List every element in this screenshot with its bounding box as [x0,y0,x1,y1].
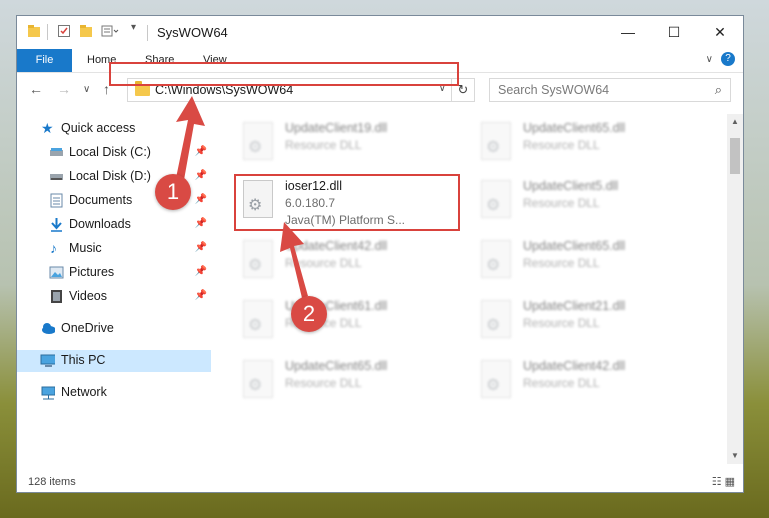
arrow-1-icon [176,96,205,180]
callout-2: 2 [291,296,327,332]
callout-1: 1 [155,174,191,210]
arrow-2-icon [280,222,308,298]
annotation-arrows [176,96,308,298]
